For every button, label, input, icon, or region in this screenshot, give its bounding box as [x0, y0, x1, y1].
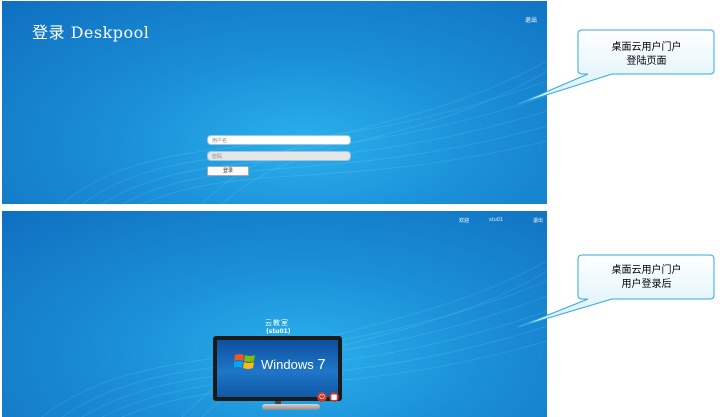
username-label: stu01 [489, 217, 504, 223]
stop-icon[interactable]: ■ [329, 392, 339, 402]
callout-line: 桌面云用户门户 [611, 42, 682, 53]
username-input[interactable]: 用户名 [207, 135, 351, 145]
vm-screen[interactable]: Windows 7 [217, 340, 338, 397]
vm-controls: ⏻ ■ [317, 392, 343, 402]
exit-link[interactable]: 退出 [525, 15, 537, 24]
logout-link[interactable]: 退出 [533, 217, 543, 224]
vm-name: 云教室 [265, 319, 289, 327]
callout-line: 用户登录后 [621, 279, 672, 290]
login-page-screenshot: 登录 Deskpool 退出 用户名 密码 登录 [2, 1, 547, 204]
callout-text-portal: 桌面云用户门户 用户登录后 [580, 264, 713, 292]
welcome-label: 欢迎 [459, 218, 470, 224]
vm-user: (stu01) [266, 328, 291, 335]
deskpool-logo: 登录 Deskpool [32, 23, 150, 42]
windows-logo-icon [234, 354, 255, 369]
callout-line: 登陆页面 [626, 56, 667, 67]
windows-brand: Windows [261, 357, 314, 372]
monitor-stand-base [262, 404, 320, 410]
login-button[interactable]: 登录 [207, 166, 249, 176]
callout-line: 桌面云用户门户 [611, 265, 682, 276]
power-icon[interactable]: ⏻ [317, 392, 327, 402]
windows-version: 7 [317, 356, 326, 373]
callout-text-login: 桌面云用户门户 登陆页面 [580, 41, 713, 69]
windows-brand-text: Windows 7 [261, 356, 326, 373]
password-input[interactable]: 密码 [207, 151, 351, 161]
